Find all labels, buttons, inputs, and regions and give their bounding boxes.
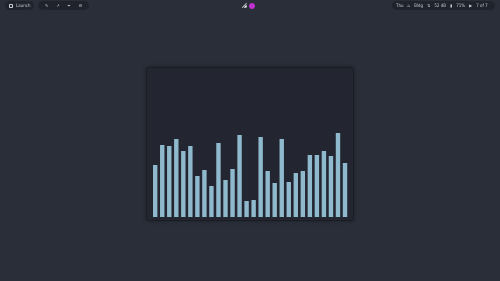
gear-icon[interactable]: ⚙ [78,3,83,8]
visualizer-bar [286,182,291,217]
tray-battery[interactable]: 71% [456,3,465,8]
visualizer-bar [153,165,158,217]
visualizer-bars [153,133,348,217]
pen-icon[interactable]: ✒ [67,3,72,8]
app-logo[interactable] [241,1,259,10]
visualizer-bar [300,171,306,217]
tray-network[interactable]: 52 dB [434,3,446,8]
visualizer-bar [279,139,284,217]
audio-visualizer-window[interactable] [146,67,354,221]
visualizer-bar [314,155,320,217]
visualizer-bar [321,151,327,217]
visualizer-bar [195,176,200,217]
visualizer-bar [167,146,172,217]
visualizer-bar [230,169,235,217]
visualizer-bar [272,183,277,217]
visualizer-bar [328,156,334,217]
visualizer-bar [160,145,165,217]
workspace-switcher: ✎ ↗ ✒ ⚙ [38,1,89,10]
tray-volume[interactable]: 7 of 7 [476,3,488,8]
tray-date[interactable]: Thu [396,3,404,8]
tray-location[interactable]: Bldg [414,3,423,8]
location-icon: ⌂ [407,3,411,8]
visualizer-bar [237,135,242,217]
visualizer-bar [223,180,228,217]
visualizer-bar [188,146,193,217]
profile-dot-icon [249,2,255,9]
visualizer-bar [181,151,186,217]
visualizer-bar [307,155,313,217]
launcher-label: Launch [16,3,31,8]
visualizer-bar [258,137,263,217]
visualizer-bar [202,170,207,217]
network-icon: ⇅ [427,3,431,8]
arrow-icon[interactable]: ↗ [55,3,60,8]
visualizer-bar [335,133,341,217]
brush-icon[interactable]: ✎ [44,3,49,8]
top-bar: Launch ✎ ↗ ✒ ⚙ Thu ⌂ Bldg ⇅ 52 dB ▮ 71% … [0,0,500,11]
launcher-button[interactable]: Launch [5,1,34,10]
battery-icon: ▮ [450,3,453,8]
volume-icon: ▶ [469,3,473,8]
logo-mark-icon [241,2,247,8]
visualizer-bar [265,171,270,217]
visualizer-bar [209,186,214,217]
system-tray: Thu ⌂ Bldg ⇅ 52 dB ▮ 71% ▶ 7 of 7 [392,1,495,10]
visualizer-bar [174,139,179,217]
visualizer-bar [216,143,221,217]
launcher-icon [9,3,13,8]
visualizer-bar [251,200,256,217]
visualizer-bar [293,173,298,217]
visualizer-bar [342,163,348,217]
visualizer-bar [244,201,249,217]
